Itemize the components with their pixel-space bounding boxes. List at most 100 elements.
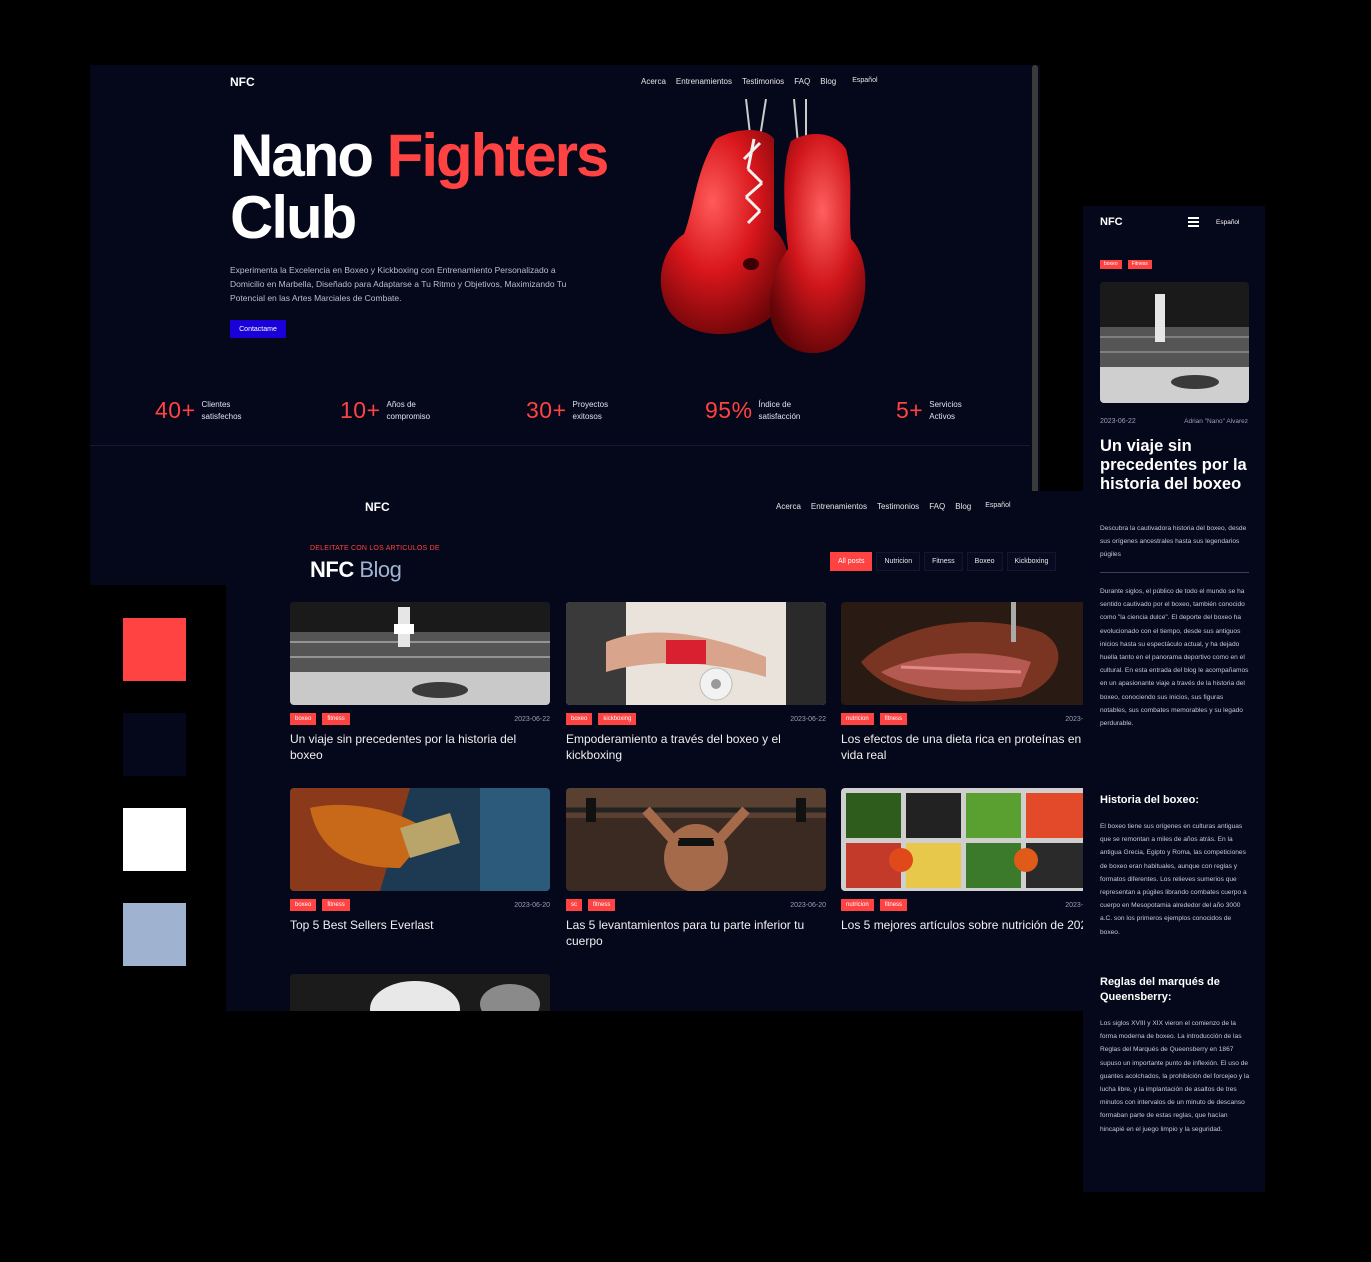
blog-window: NFC Acerca Entrenamientos Testimonios FA… bbox=[226, 491, 1088, 1011]
tag[interactable]: boxeo bbox=[290, 899, 317, 911]
palette-swatch-blue bbox=[123, 903, 186, 966]
stat-item: 30+ Proyectos exitosos bbox=[526, 397, 623, 424]
article-date: 2023-06-22 bbox=[1100, 418, 1136, 425]
palette-swatch-navy bbox=[123, 713, 186, 776]
tag[interactable]: boxeo bbox=[566, 713, 593, 725]
nav-acerca[interactable]: Acerca bbox=[641, 77, 666, 86]
card-date: 2023-06-22 bbox=[514, 715, 550, 723]
blog-card[interactable]: boxeo kickboxing 2023-06-22 Empoderamien… bbox=[566, 602, 826, 763]
stat-value: 5+ bbox=[896, 397, 924, 423]
nav-blog[interactable]: Blog bbox=[820, 77, 836, 86]
hamburger-menu-icon[interactable] bbox=[1188, 217, 1199, 227]
stat-item: 5+ Servicios Activos bbox=[896, 397, 973, 424]
nav-entrenamientos[interactable]: Entrenamientos bbox=[811, 502, 867, 511]
tag[interactable]: nutricion bbox=[841, 899, 874, 911]
article-paragraph: El boxeo tiene sus orígenes en culturas … bbox=[1100, 823, 1247, 936]
blog-card[interactable]: boxeo fitness 2023-06-20 Top 5 Best Sell… bbox=[290, 788, 550, 933]
nav-testimonios[interactable]: Testimonios bbox=[742, 77, 784, 86]
mobile-article-window: NFC Español boxeo Fitness 2023-06-22 Adr… bbox=[1083, 206, 1265, 1192]
stat-label: Índice de satisfacción bbox=[758, 399, 801, 421]
logo[interactable]: NFC bbox=[365, 500, 390, 514]
logo[interactable]: NFC bbox=[230, 75, 255, 89]
language-selector[interactable]: Español bbox=[852, 77, 877, 86]
filter-boxeo[interactable]: Boxeo bbox=[966, 552, 1003, 571]
punching-bag-photo[interactable] bbox=[290, 788, 550, 891]
article-tags: boxeo Fitness bbox=[1100, 260, 1158, 269]
article-paragraph: Durante siglos, el público de todo el mu… bbox=[1100, 588, 1249, 728]
tag[interactable]: nutricion bbox=[841, 713, 874, 725]
tag[interactable]: Fitness bbox=[1127, 260, 1152, 269]
nav-testimonios[interactable]: Testimonios bbox=[877, 502, 919, 511]
nav-faq[interactable]: FAQ bbox=[929, 502, 945, 511]
stats-row: 40+ Clientes satisfechos 10+ Años de com… bbox=[90, 397, 1030, 437]
nav-faq[interactable]: FAQ bbox=[794, 77, 810, 86]
meal-prep-photo[interactable] bbox=[841, 788, 1088, 891]
title-line2: Club bbox=[230, 184, 357, 251]
card-meta: boxeo kickboxing 2023-06-22 bbox=[566, 713, 826, 725]
card-title[interactable]: Los efectos de una dieta rica en proteín… bbox=[841, 731, 1088, 763]
section-heading: Historia del boxeo: bbox=[1100, 794, 1200, 806]
stat-item: 10+ Años de compromiso bbox=[340, 397, 457, 424]
boxing-glove-photo[interactable] bbox=[290, 974, 550, 1011]
language-selector[interactable]: Español bbox=[985, 502, 1010, 511]
card-meta: nutricion fitness 2023-06-22 bbox=[841, 713, 1088, 725]
blog-card[interactable]: nutricion fitness 2023-06-22 Los efectos… bbox=[841, 602, 1088, 763]
tag[interactable]: boxeo bbox=[290, 713, 317, 725]
tag[interactable]: fitness bbox=[588, 899, 616, 911]
blog-card[interactable]: boxeo fitness 2023-06-22 Un viaje sin pr… bbox=[290, 602, 550, 763]
tag[interactable]: boxeo bbox=[1100, 260, 1122, 269]
blog-card[interactable]: nutricion fitness 2023-06-20 Los 5 mejor… bbox=[841, 788, 1088, 933]
blog-card[interactable] bbox=[290, 974, 550, 1011]
tag[interactable]: sc bbox=[566, 899, 582, 911]
card-title[interactable]: Top 5 Best Sellers Everlast bbox=[290, 917, 550, 933]
blog-title: NFC Blog bbox=[310, 557, 402, 583]
nav-blog[interactable]: Blog bbox=[955, 502, 971, 511]
stat-value: 95% bbox=[705, 397, 753, 423]
nav-acerca[interactable]: Acerca bbox=[776, 502, 801, 511]
boxing-ring-photo bbox=[1100, 282, 1249, 403]
palette-swatch-red bbox=[123, 618, 186, 681]
tag[interactable]: kickboxing bbox=[598, 713, 637, 725]
filter-nutricion[interactable]: Nutricion bbox=[876, 552, 921, 571]
boxing-gloves-image bbox=[660, 99, 866, 354]
card-title[interactable]: Empoderamiento a través del boxeo y el k… bbox=[566, 731, 826, 763]
tag[interactable]: fitness bbox=[879, 713, 908, 725]
filter-all-posts[interactable]: All posts bbox=[830, 552, 873, 571]
tag[interactable]: fitness bbox=[322, 713, 350, 725]
hand-wraps-photo[interactable] bbox=[566, 602, 826, 705]
card-date: 2023-06-22 bbox=[790, 715, 826, 723]
divider bbox=[1100, 572, 1249, 573]
stat-value: 10+ bbox=[340, 397, 381, 423]
contact-button[interactable]: Contactame bbox=[230, 320, 286, 338]
blog-eyebrow: DELEITATE CON LOS ARTICULOS DE bbox=[310, 545, 440, 552]
title-red: Fighters bbox=[386, 122, 610, 189]
tag[interactable]: fitness bbox=[879, 899, 908, 911]
article-author: Adrian "Nano" Alvarez bbox=[1184, 418, 1248, 425]
palette-swatch-white bbox=[123, 808, 186, 871]
stat-label: Servicios Activos bbox=[929, 399, 962, 421]
grilled-meat-photo[interactable] bbox=[841, 602, 1088, 705]
main-nav: Acerca Entrenamientos Testimonios FAQ Bl… bbox=[641, 77, 878, 86]
article-intro: Descubra la cautivadora historia del box… bbox=[1100, 525, 1247, 559]
main-nav: Acerca Entrenamientos Testimonios FAQ Bl… bbox=[776, 502, 1011, 511]
card-title[interactable]: Los 5 mejores artículos sobre nutrición … bbox=[841, 917, 1088, 933]
tag[interactable]: fitness bbox=[322, 899, 350, 911]
logo[interactable]: NFC bbox=[1100, 216, 1123, 228]
article-paragraph: Los siglos XVIII y XIX vieron el comienz… bbox=[1100, 1020, 1250, 1133]
blog-card[interactable]: sc fitness 2023-06-20 Las 5 levantamient… bbox=[566, 788, 826, 949]
gym-lifting-photo[interactable] bbox=[566, 788, 826, 891]
stat-label: Clientes satisfechos bbox=[201, 399, 242, 421]
stat-item: 95% Índice de satisfacción bbox=[705, 397, 815, 424]
card-date: 2023-06-20 bbox=[514, 901, 550, 909]
boxing-ring-photo[interactable] bbox=[290, 602, 550, 705]
stat-item: 40+ Clientes satisfechos bbox=[155, 397, 272, 424]
filter-fitness[interactable]: Fitness bbox=[924, 552, 963, 571]
nav-entrenamientos[interactable]: Entrenamientos bbox=[676, 77, 732, 86]
category-filters: All posts Nutricion Fitness Boxeo Kickbo… bbox=[830, 552, 1057, 571]
scrollbar[interactable] bbox=[1032, 65, 1038, 495]
filter-kickboxing[interactable]: Kickboxing bbox=[1006, 552, 1057, 571]
hero-description: Experimenta la Excelencia en Boxeo y Kic… bbox=[230, 265, 567, 303]
language-selector[interactable]: Español bbox=[1216, 219, 1240, 226]
card-title[interactable]: Un viaje sin precedentes por la historia… bbox=[290, 731, 550, 763]
card-title[interactable]: Las 5 levantamientos para tu parte infer… bbox=[566, 917, 826, 949]
